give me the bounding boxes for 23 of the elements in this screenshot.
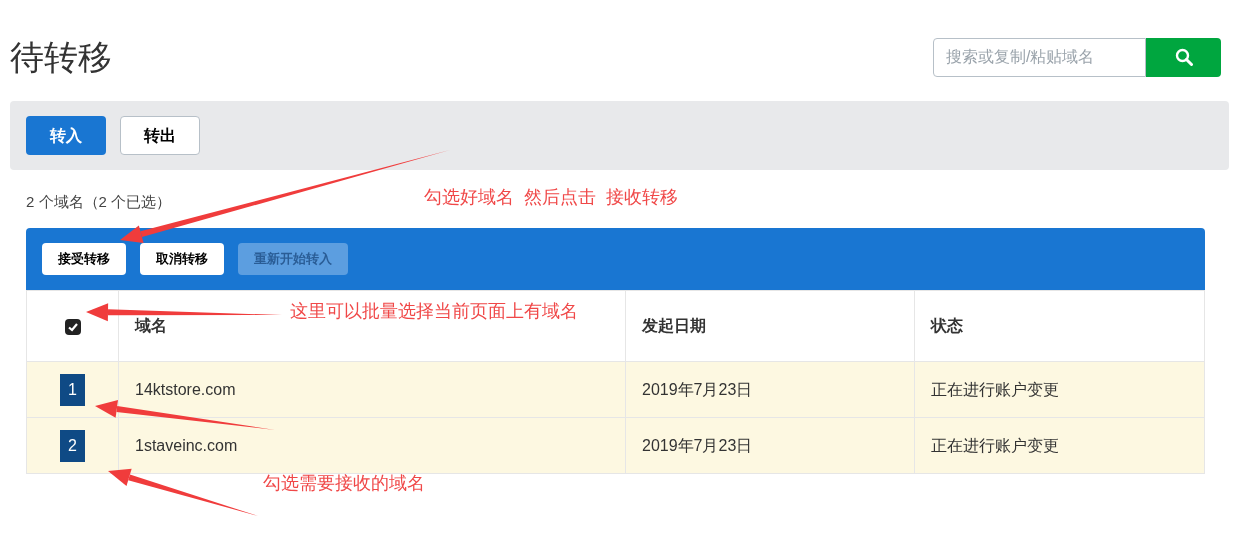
action-button[interactable]: 接受转移: [42, 243, 126, 275]
table-cell: 正在进行账户变更: [914, 417, 1205, 474]
table-row[interactable]: 1 14ktstore.com 2019年7月23日 正在进行账户变更: [26, 361, 1205, 418]
tab[interactable]: 转出: [120, 116, 200, 155]
action-button[interactable]: 取消转移: [140, 243, 224, 275]
table-cell: 2019年7月23日: [625, 417, 915, 474]
row-number-badge: 2: [60, 429, 85, 462]
selection-count: 2 个域名（2 个已选）: [26, 193, 172, 210]
annotation-note: 这里可以批量选择当前页面上有域名: [290, 300, 578, 323]
annotation-note: 勾选需要接收的域名: [263, 472, 425, 495]
search-field[interactable]: 搜索或复制/粘贴域名: [933, 37, 1146, 77]
tab[interactable]: 转入: [26, 116, 106, 155]
select-all-checkbox[interactable]: [64, 318, 81, 335]
row-number-badge: 1: [60, 373, 85, 406]
table-row[interactable]: 2 1staveinc.com 2019年7月23日 正在进行账户变更: [26, 417, 1205, 474]
column-header: 状态: [914, 290, 1205, 362]
search-icon: [1174, 48, 1193, 66]
table-cell: 正在进行账户变更: [914, 361, 1205, 418]
table-cell: 2019年7月23日: [625, 361, 915, 418]
annotation-note: 勾选好域名 然后点击 接收转移: [424, 186, 678, 209]
column-header: 发起日期: [625, 290, 915, 362]
page-title: 待转移: [10, 37, 112, 77]
search-button[interactable]: [1146, 37, 1221, 77]
